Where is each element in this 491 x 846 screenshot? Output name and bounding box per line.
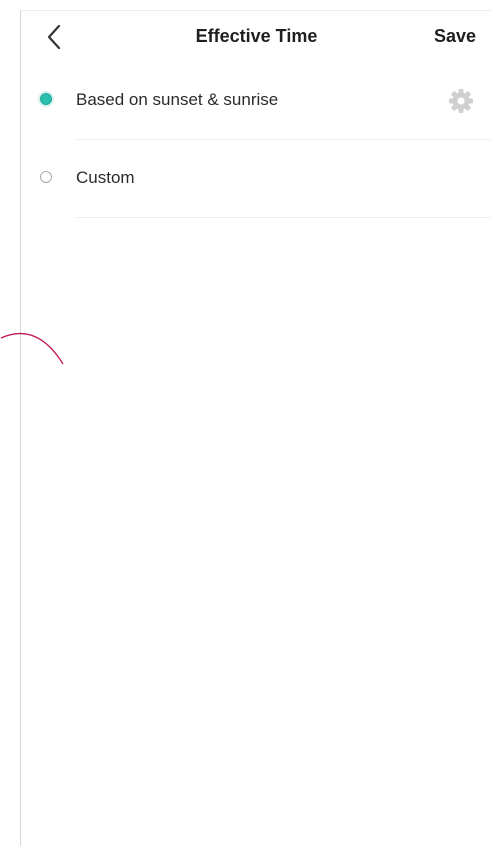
option-sunset-sunrise[interactable]: Based on sunset & sunrise — [21, 62, 491, 140]
page-title: Effective Time — [195, 26, 318, 46]
option-label: Custom — [76, 168, 135, 187]
radio-selected[interactable] — [40, 93, 52, 105]
divider — [76, 217, 491, 218]
nav-header: Effective Time Save — [21, 11, 491, 63]
back-button[interactable] — [43, 23, 67, 51]
gear-icon — [449, 89, 473, 113]
screen-frame: Effective Time Save Based on sunset & su… — [0, 10, 491, 846]
radio-unselected[interactable] — [40, 171, 52, 183]
option-label: Based on sunset & sunrise — [76, 90, 279, 109]
save-button[interactable]: Save — [434, 26, 476, 47]
option-custom[interactable]: Custom — [21, 140, 491, 218]
settings-button[interactable] — [446, 86, 476, 116]
chevron-left-icon — [47, 24, 61, 50]
touch-indicator-arc — [0, 332, 64, 365]
